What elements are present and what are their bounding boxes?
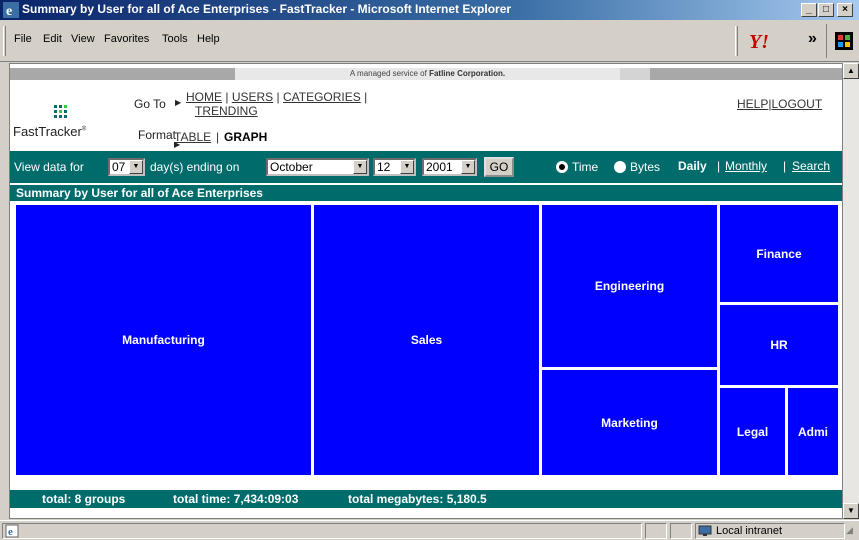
daily-label: Daily bbox=[678, 159, 707, 173]
treemap-sales[interactable]: Sales bbox=[314, 205, 539, 475]
logout-link[interactable]: LOGOUT bbox=[771, 97, 822, 111]
toolbar-separator bbox=[735, 26, 738, 56]
svg-text:e: e bbox=[6, 4, 12, 18]
intranet-icon bbox=[698, 525, 712, 536]
service-banner: A managed service of Fatline Corporation… bbox=[10, 68, 842, 80]
menu-edit[interactable]: Edit bbox=[43, 33, 62, 45]
brand-separator bbox=[826, 24, 827, 58]
status-panel-2 bbox=[645, 523, 667, 539]
totals-bar: total: 8 groups total time: 7,434:09:03 … bbox=[10, 490, 842, 508]
control-bar: View data for 07 ▼ day(s) ending on Octob… bbox=[10, 151, 842, 183]
svg-text:Y!: Y! bbox=[749, 31, 769, 52]
nav-trending[interactable]: TRENDING bbox=[195, 104, 258, 118]
radio-bytes[interactable] bbox=[614, 161, 626, 173]
treemap-finance[interactable]: Finance bbox=[720, 205, 838, 302]
browser-content: A managed service of Fatline Corporation… bbox=[9, 63, 843, 519]
format-arrow-icon: ▶ bbox=[174, 140, 181, 149]
yahoo-icon[interactable]: Y! bbox=[748, 30, 782, 52]
close-button[interactable]: × bbox=[837, 3, 853, 17]
format-graph: GRAPH bbox=[224, 130, 268, 144]
dropdown-arrow-icon: ▼ bbox=[129, 160, 143, 174]
period-separator-2: | bbox=[783, 159, 787, 173]
treemap-manufacturing[interactable]: Manufacturing bbox=[16, 205, 311, 475]
section-title: Summary by User for all of Ace Enterpris… bbox=[10, 185, 842, 201]
menu-bar: File Edit View Favorites Tools Help Y! » bbox=[0, 20, 859, 62]
treemap-engineering[interactable]: Engineering bbox=[542, 205, 717, 367]
total-time: total time: 7,434:09:03 bbox=[173, 492, 299, 506]
treemap: Manufacturing Sales Engineering Marketin… bbox=[10, 203, 842, 488]
go-button[interactable]: GO bbox=[484, 157, 514, 177]
period-separator-1: | bbox=[717, 159, 721, 173]
nav-home[interactable]: HOME bbox=[186, 90, 222, 104]
monthly-link[interactable]: Monthly bbox=[725, 159, 767, 173]
days-ending-label: day(s) ending on bbox=[150, 160, 240, 174]
dropdown-arrow-icon: ▼ bbox=[461, 160, 475, 174]
menu-favorites[interactable]: Favorites bbox=[104, 33, 149, 45]
ie-icon: e bbox=[3, 2, 19, 18]
total-megabytes: total megabytes: 5,180.5 bbox=[348, 492, 487, 506]
year-select[interactable]: 2001 ▼ bbox=[422, 158, 477, 176]
help-link[interactable]: HELP bbox=[737, 97, 768, 111]
fasttracker-logo-icon bbox=[54, 105, 67, 118]
goto-label: Go To bbox=[134, 97, 166, 111]
scroll-down-icon[interactable]: ▼ bbox=[843, 503, 859, 519]
menu-grip bbox=[3, 26, 6, 56]
day-select[interactable]: 12 ▼ bbox=[373, 158, 416, 176]
help-logout: HELP|LOGOUT bbox=[737, 97, 823, 111]
month-select[interactable]: October ▼ bbox=[266, 158, 369, 176]
goto-arrow-icon: ▶ bbox=[175, 98, 182, 107]
radio-bytes-label: Bytes bbox=[630, 160, 661, 174]
format-label: Format bbox=[138, 128, 177, 142]
radio-time-label: Time bbox=[572, 160, 599, 174]
nav-categories[interactable]: CATEGORIES bbox=[283, 90, 361, 104]
days-select[interactable]: 07 ▼ bbox=[108, 158, 145, 176]
search-link[interactable]: Search bbox=[792, 159, 830, 173]
view-data-label: View data for bbox=[14, 160, 84, 174]
zone-label: Local intranet bbox=[716, 525, 783, 537]
vertical-scrollbar[interactable]: ▲ ▼ bbox=[843, 63, 859, 519]
menu-help[interactable]: Help bbox=[197, 33, 220, 45]
resize-grip-icon[interactable]: ◢ bbox=[846, 525, 858, 539]
status-bar: e Local intranet ◢ bbox=[0, 520, 859, 540]
menu-file[interactable]: File bbox=[14, 33, 32, 45]
window-title-bar: e Summary by User for all of Ace Enterpr… bbox=[0, 0, 859, 20]
dropdown-arrow-icon: ▼ bbox=[400, 160, 414, 174]
total-groups: total: 8 groups bbox=[42, 492, 126, 506]
page-icon: e bbox=[5, 524, 19, 538]
status-text-panel: e bbox=[2, 523, 642, 539]
banner-text: A managed service of Fatline Corporation… bbox=[235, 68, 620, 80]
window-title: Summary by User for all of Ace Enterpris… bbox=[22, 2, 512, 16]
menu-view[interactable]: View bbox=[71, 33, 95, 45]
format-separator: | bbox=[216, 130, 220, 144]
status-panel-3 bbox=[670, 523, 692, 539]
maximize-button[interactable]: □ bbox=[818, 3, 834, 17]
menu-tools[interactable]: Tools bbox=[162, 33, 188, 45]
svg-text:e: e bbox=[8, 526, 13, 538]
logo-text: FastTracker® bbox=[13, 124, 87, 139]
zone-panel: Local intranet bbox=[695, 523, 845, 539]
windows-logo-icon bbox=[835, 32, 853, 50]
dropdown-arrow-icon: ▼ bbox=[353, 160, 367, 174]
treemap-legal[interactable]: Legal bbox=[720, 388, 785, 475]
chevron-icon[interactable]: » bbox=[808, 30, 817, 48]
scroll-up-icon[interactable]: ▲ bbox=[843, 63, 859, 79]
treemap-hr[interactable]: HR bbox=[720, 305, 838, 385]
treemap-admin[interactable]: Admi bbox=[788, 388, 838, 475]
nav-users[interactable]: USERS bbox=[232, 90, 273, 104]
radio-dot bbox=[559, 164, 565, 170]
goto-links: HOME | USERS | CATEGORIES | bbox=[186, 90, 368, 104]
minimize-button[interactable]: _ bbox=[801, 3, 817, 17]
radio-time[interactable] bbox=[556, 161, 568, 173]
treemap-marketing[interactable]: Marketing bbox=[542, 370, 717, 475]
banner-gap bbox=[620, 68, 650, 80]
